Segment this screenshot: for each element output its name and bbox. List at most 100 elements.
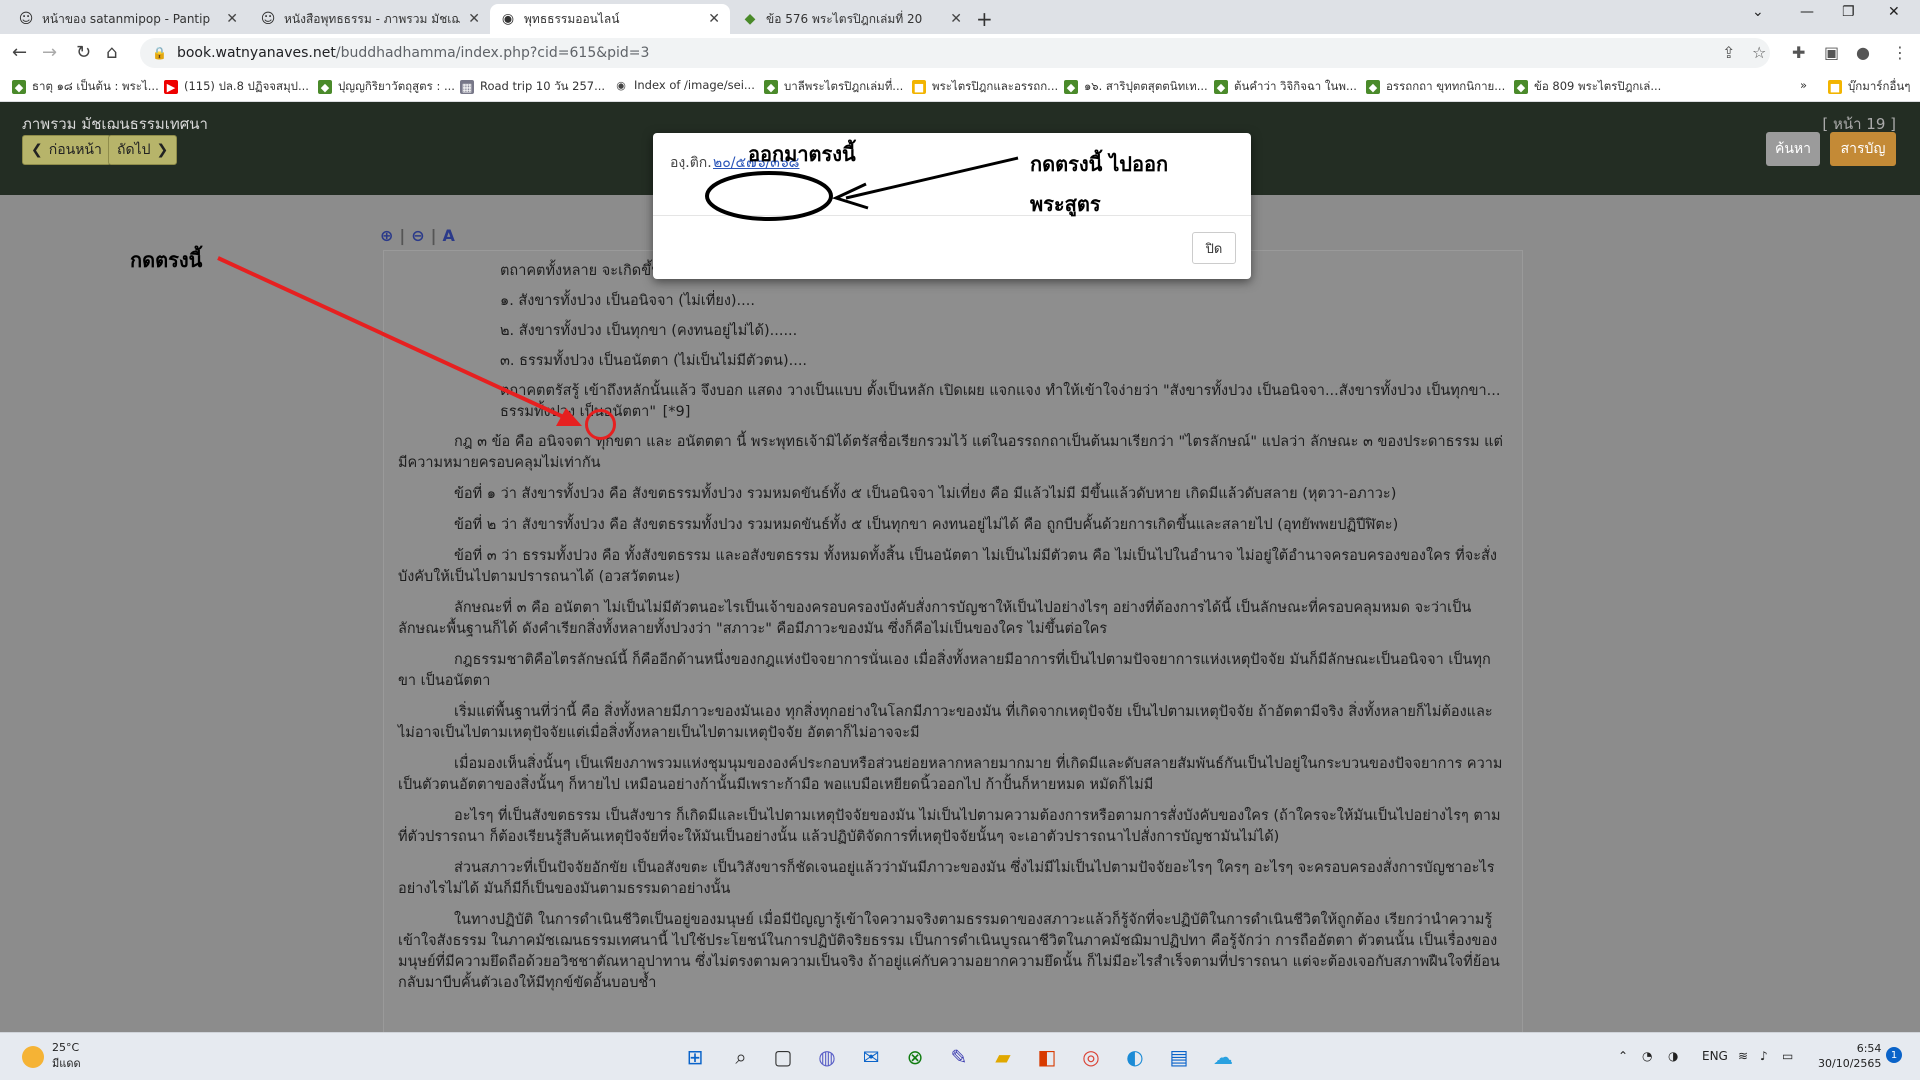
bookmark-item[interactable]: ◆ ต้นคำว่า วิจิกิจฉา ในพ... — [1214, 78, 1357, 96]
folder-icon: ■ — [1828, 80, 1842, 94]
leaf-icon: ◆ — [1514, 80, 1528, 94]
tab-pantip-book[interactable]: ☺ หนังสือพุทธธรรม - ภาพรวม มัชเฌนธ ✕ — [250, 4, 490, 34]
next-label: ถัดไป — [117, 142, 151, 158]
bookmark-label: ต้นคำว่า วิจิกิจฉา ในพ... — [1234, 79, 1357, 93]
other-bookmarks[interactable]: ■ บุ๊กมาร์กอื่นๆ — [1828, 78, 1910, 96]
bookmark-item[interactable]: ◆ บาลีพระไตรปิฎกเล่มที่... — [764, 78, 903, 96]
paragraph: ข้อที่ ๒ ว่า สังขารทั้งปวง คือ สังขตธรรม… — [454, 517, 1399, 533]
bookmark-item[interactable]: ◉ Index of /image/sei... — [614, 78, 755, 92]
paragraph: อะไรๆ ที่เป็นสังขตธรรม เป็นสังขาร ก็เกิด… — [398, 808, 1501, 845]
list-item: ๑. สังขารทั้งปวง เป็นอนิจจา (ไม่เที่ยง).… — [500, 293, 755, 309]
bookmark-item[interactable]: ◆ ข้อ 809 พระไตรปิฎกเล่... — [1514, 78, 1661, 96]
back-arrow-icon[interactable]: ← — [12, 42, 27, 63]
language-indicator[interactable]: ENG — [1702, 1049, 1728, 1063]
list-item: ตถาคตตรัสรู้ เข้าถึงหลักนั้นแล้ว จึงบอก … — [398, 381, 1506, 423]
task-view-icon[interactable]: ▢ — [768, 1042, 798, 1072]
temperature: 25°C — [52, 1041, 80, 1054]
restore-button[interactable]: ❐ — [1842, 4, 1855, 20]
close-icon[interactable]: ✕ — [708, 11, 720, 27]
font-size-icon[interactable]: A — [443, 226, 455, 245]
bookmark-label: ข้อ 809 พระไตรปิฎกเล่... — [1534, 79, 1662, 93]
tray-app-icon[interactable]: ◔ — [1642, 1049, 1652, 1063]
tray-app-icon[interactable]: ◑ — [1668, 1049, 1678, 1063]
photo-icon: ▦ — [460, 80, 474, 94]
bookmark-item[interactable]: ▶ (115) ปล.8 ปฏิจจสมุป... — [164, 78, 309, 96]
battery-icon[interactable]: ▭ — [1782, 1049, 1793, 1063]
star-icon[interactable]: ☆ — [1752, 43, 1766, 62]
address-bar[interactable]: 🔒 book.watnyanaves.net/buddhadhamma/inde… — [140, 38, 1770, 68]
file-explorer-icon[interactable]: ▰ — [988, 1042, 1018, 1072]
close-icon[interactable]: ✕ — [950, 11, 962, 27]
bookmark-label: ปุญญกิริยาวัตถุสูตร : ... — [338, 79, 455, 93]
bookmark-item[interactable]: ◆ ปุญญกิริยาวัตถุสูตร : ... — [318, 78, 455, 96]
next-page-button[interactable]: ถัดไป ❯ — [108, 135, 178, 165]
bookmark-label: อรรถกถา ขุททกนิกาย... — [1386, 79, 1506, 93]
modal-divider — [653, 215, 1251, 216]
weather-app-icon[interactable]: ☁ — [1208, 1042, 1238, 1072]
side-panel-icon[interactable]: ▣ — [1824, 43, 1839, 62]
bookmark-item[interactable]: ◆ ๑๖. สาริปุตตสุตตนิทเท... — [1064, 78, 1208, 96]
weather-widget[interactable]: 25°C มีแดด — [22, 1041, 81, 1072]
footnote-ref-link[interactable]: [*9] — [661, 402, 693, 423]
lock-icon[interactable]: 🔒 — [152, 46, 167, 60]
bookmark-label: Road trip 10 วัน 257... — [480, 79, 606, 93]
clock[interactable]: 6:54 30/10/2565 — [1818, 1041, 1881, 1071]
menu-kebab-icon[interactable]: ⋮ — [1892, 43, 1908, 62]
bookmark-item[interactable]: ■ พระไตรปิฎกและอรรถก... — [912, 78, 1058, 96]
list-item: ๒. สังขารทั้งปวง เป็นทุกขา (คงทนอยู่ไม่ไ… — [500, 323, 798, 339]
modal-close-button[interactable]: ปิด — [1192, 232, 1236, 264]
xbox-icon[interactable]: ⊗ — [900, 1042, 930, 1072]
tray-chevron-icon[interactable]: ⌃ — [1618, 1049, 1628, 1063]
globe-icon: ◉ — [501, 11, 515, 27]
date: 30/10/2565 — [1818, 1057, 1882, 1070]
reload-icon[interactable]: ↻ — [76, 42, 91, 63]
windows-taskbar: 25°C มีแดด ⊞ ⌕ ▢ ◍ ✉ ⊗ ✎ ▰ ◧ ◎ ◐ ▤ ☁ ⌃ ◔… — [0, 1032, 1920, 1080]
tab-tipitaka[interactable]: ◆ ข้อ 576 พระไตรปิฎกเล่มที่ 20 ✕ — [732, 4, 972, 34]
pen-icon[interactable]: ✎ — [944, 1042, 974, 1072]
store-icon[interactable]: ▤ — [1164, 1042, 1194, 1072]
close-icon[interactable]: ✕ — [226, 11, 238, 27]
new-tab-button[interactable]: + — [976, 7, 993, 31]
volume-icon[interactable]: ♪ — [1760, 1049, 1768, 1063]
browser-toolbar: ← → ↻ ⌂ 🔒 book.watnyanaves.net/buddhadha… — [0, 34, 1920, 72]
tab-pantip-profile[interactable]: ☺ หน้าของ satanmipop - Pantip ✕ — [8, 4, 248, 34]
extensions-icon[interactable]: ✚ — [1792, 43, 1805, 62]
toc-button[interactable]: สารบัญ — [1830, 132, 1896, 166]
annotation-press-here: กดตรงนี้ — [130, 248, 203, 272]
folder-icon: ■ — [912, 80, 926, 94]
zoom-in-icon[interactable]: ⊕ — [380, 226, 393, 245]
bookmark-item[interactable]: ◆ ธาตุ ๑๘ เป็นต้น : พระไ... — [12, 78, 159, 96]
close-window-button[interactable]: ✕ — [1888, 4, 1900, 20]
tab-search-icon[interactable]: ⌄ — [1752, 4, 1764, 20]
paragraph: ส่วนสภาวะที่เป็นปัจจัยอักขัย เป็นอสังขตะ… — [398, 860, 1495, 897]
bookmark-label: บุ๊กมาร์กอื่นๆ — [1848, 79, 1911, 93]
tab-buddhadhamma-online[interactable]: ◉ พุทธธรรมออนไลน์ ✕ — [490, 4, 730, 34]
bookmark-item[interactable]: ◆ อรรถกถา ขุททกนิกาย... — [1366, 78, 1505, 96]
prev-page-button[interactable]: ❮ ก่อนหน้า — [22, 135, 111, 165]
search-button[interactable]: ค้นหา — [1766, 132, 1820, 166]
mail-icon[interactable]: ✉ — [856, 1042, 886, 1072]
zoom-out-icon[interactable]: ⊖ — [411, 226, 424, 245]
home-icon[interactable]: ⌂ — [106, 42, 117, 63]
forward-arrow-icon[interactable]: → — [42, 42, 57, 63]
teams-icon[interactable]: ◍ — [812, 1042, 842, 1072]
minimize-button[interactable]: — — [1800, 4, 1814, 20]
bookmark-item[interactable]: ▦ Road trip 10 วัน 257... — [460, 78, 605, 96]
chrome-icon[interactable]: ◎ — [1076, 1042, 1106, 1072]
url-domain: book.watnyanaves.net — [176, 45, 336, 61]
notification-badge[interactable]: 1 — [1886, 1047, 1902, 1063]
bookmarks-overflow[interactable]: » — [1800, 78, 1807, 92]
windows-start-icon[interactable]: ⊞ — [680, 1042, 710, 1072]
wifi-icon[interactable]: ≋ — [1738, 1049, 1748, 1063]
avatar[interactable]: ● — [1856, 43, 1870, 62]
search-icon[interactable]: ⌕ — [726, 1042, 756, 1072]
bookmark-label: Index of /image/sei... — [634, 78, 755, 92]
close-icon[interactable]: ✕ — [468, 11, 480, 27]
paragraph: ในทางปฏิบัติ ในการดำเนินชีวิตเป็นอยู่ของ… — [398, 912, 1500, 991]
chevron-left-icon: ❮ — [31, 142, 43, 158]
tab-title: พุทธธรรมออนไลน์ — [524, 11, 620, 26]
office-icon[interactable]: ◧ — [1032, 1042, 1062, 1072]
edge-icon[interactable]: ◐ — [1120, 1042, 1150, 1072]
leaf-icon: ◆ — [1064, 80, 1078, 94]
share-icon[interactable]: ⇪ — [1722, 43, 1735, 62]
